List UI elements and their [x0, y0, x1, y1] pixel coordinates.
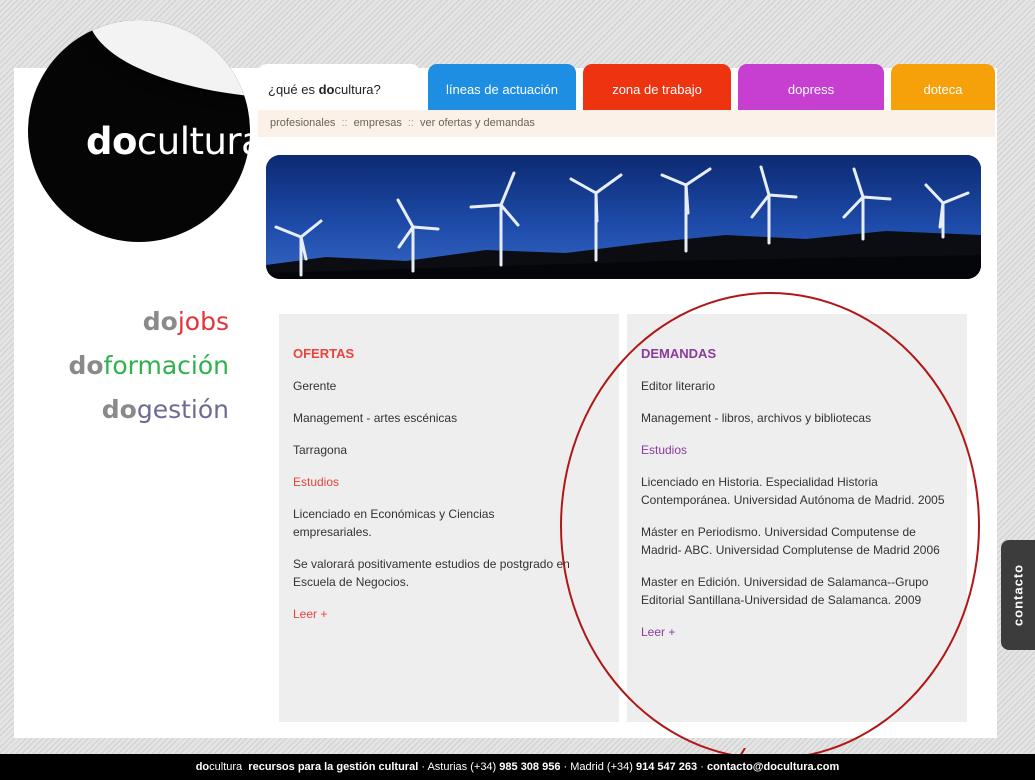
subnav-ver-ofertas-y-demandas[interactable]: ver ofertas y demandas: [420, 117, 535, 129]
ofertas-line: Tarragona: [293, 443, 348, 457]
sub-navigation: profesionales:: empresas:: ver ofertas y d…: [258, 110, 995, 137]
wind-turbines-banner: [266, 155, 981, 279]
ofertas-detail: Se valorará positivamente estudios de po…: [293, 557, 570, 589]
demandas-category: Estudios: [641, 443, 688, 457]
footer-brand-rest: cultura: [209, 761, 243, 773]
contact-tab-label: contacto: [1010, 563, 1026, 627]
logo-text: docultura: [86, 120, 250, 163]
footer-separator: ·: [700, 761, 704, 773]
side-menu: dojobs doformación dogestión: [68, 300, 229, 432]
wind-turbines-image: [266, 155, 981, 279]
footer-madrid-label: Madrid (+34): [570, 761, 633, 773]
tab-doteca[interactable]: doteca: [891, 64, 995, 110]
ofertas-line: Management - artes escénicas: [293, 411, 458, 425]
footer-asturias-label: Asturias (+34): [427, 761, 497, 773]
footer-madrid-phone: 914 547 263: [635, 761, 698, 773]
ofertas-detail: Licenciado en Económicas y Ciencias empr…: [293, 507, 495, 539]
footer: docultura recursos para la gestión cultu…: [0, 754, 1035, 780]
side-menu-dojobs[interactable]: dojobs: [68, 300, 229, 344]
ofertas-title: OFERTAS: [293, 346, 355, 361]
ofertas-category: Estudios: [293, 475, 340, 489]
demandas-read-more-link[interactable]: Leer +: [641, 623, 953, 641]
subnav-empresas[interactable]: empresas: [354, 117, 402, 129]
footer-tagline: recursos para la gestión cultural: [248, 761, 419, 773]
demandas-detail: Licenciado en Historia. Especialidad His…: [641, 475, 945, 507]
footer-separator: ·: [563, 761, 568, 773]
tab-lineas-de-actuacion[interactable]: líneas de actuación: [428, 64, 576, 110]
subnav-separator: ::: [407, 117, 414, 129]
ofertas-line: Gerente: [293, 379, 337, 393]
footer-email-link[interactable]: contacto@docultura.com: [707, 761, 839, 773]
demandas-line: Editor literario: [641, 379, 716, 393]
ofertas-read-more-link[interactable]: Leer +: [293, 605, 605, 623]
footer-separator: ·: [421, 761, 425, 773]
demandas-detail: Máster en Periodismo. Universidad Comput…: [641, 525, 940, 557]
footer-asturias-phone: 985 308 956: [499, 761, 561, 773]
contact-tab[interactable]: contacto: [1001, 540, 1035, 650]
site-logo[interactable]: docultura: [28, 20, 250, 242]
tab-que-es-docultura[interactable]: ¿qué es docultura?: [258, 64, 420, 110]
ofertas-panel: OFERTAS Gerente Management - artes escén…: [279, 314, 619, 722]
footer-brand-bold: do: [195, 761, 210, 773]
side-menu-dogestion[interactable]: dogestión: [68, 388, 229, 432]
side-menu-doformacion[interactable]: doformación: [68, 344, 229, 388]
demandas-panel: DEMANDAS Editor literario Management - l…: [627, 314, 967, 722]
demandas-title: DEMANDAS: [641, 346, 717, 361]
subnav-separator: ::: [341, 117, 348, 129]
subnav-profesionales[interactable]: profesionales: [270, 117, 335, 129]
tab-zona-de-trabajo[interactable]: zona de trabajo: [583, 64, 731, 110]
demandas-line: Management - libros, archivos y bibliote…: [641, 411, 872, 425]
tab-dopress[interactable]: dopress: [738, 64, 884, 110]
demandas-detail: Master en Edición. Universidad de Salama…: [641, 575, 929, 607]
logo-page-curl: [88, 20, 250, 99]
